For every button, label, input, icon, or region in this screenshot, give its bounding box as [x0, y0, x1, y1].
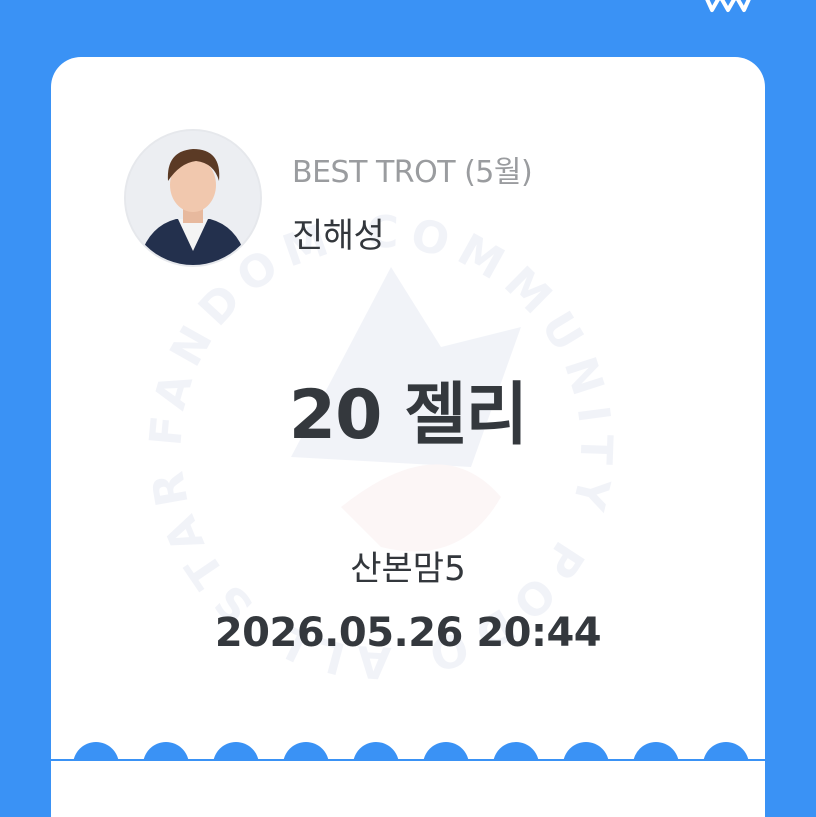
crown-icon: [705, 0, 751, 12]
sender-name: 산본맘5: [350, 549, 466, 589]
artist-name: 진해성: [292, 216, 385, 256]
ticket-category: BEST TROT (5월): [292, 155, 533, 190]
gift-datetime: 2026.05.26 20:44: [214, 610, 602, 656]
avatar: [124, 129, 262, 267]
header-cut-text: [60, 0, 420, 6]
top-header: [0, 0, 816, 20]
scalloped-edge: [51, 742, 765, 761]
gift-amount: 20 젤리: [288, 376, 528, 455]
gift-ticket-card: FANDOM COMMUNITY PODO ALL STARS MEETING …: [51, 57, 765, 817]
